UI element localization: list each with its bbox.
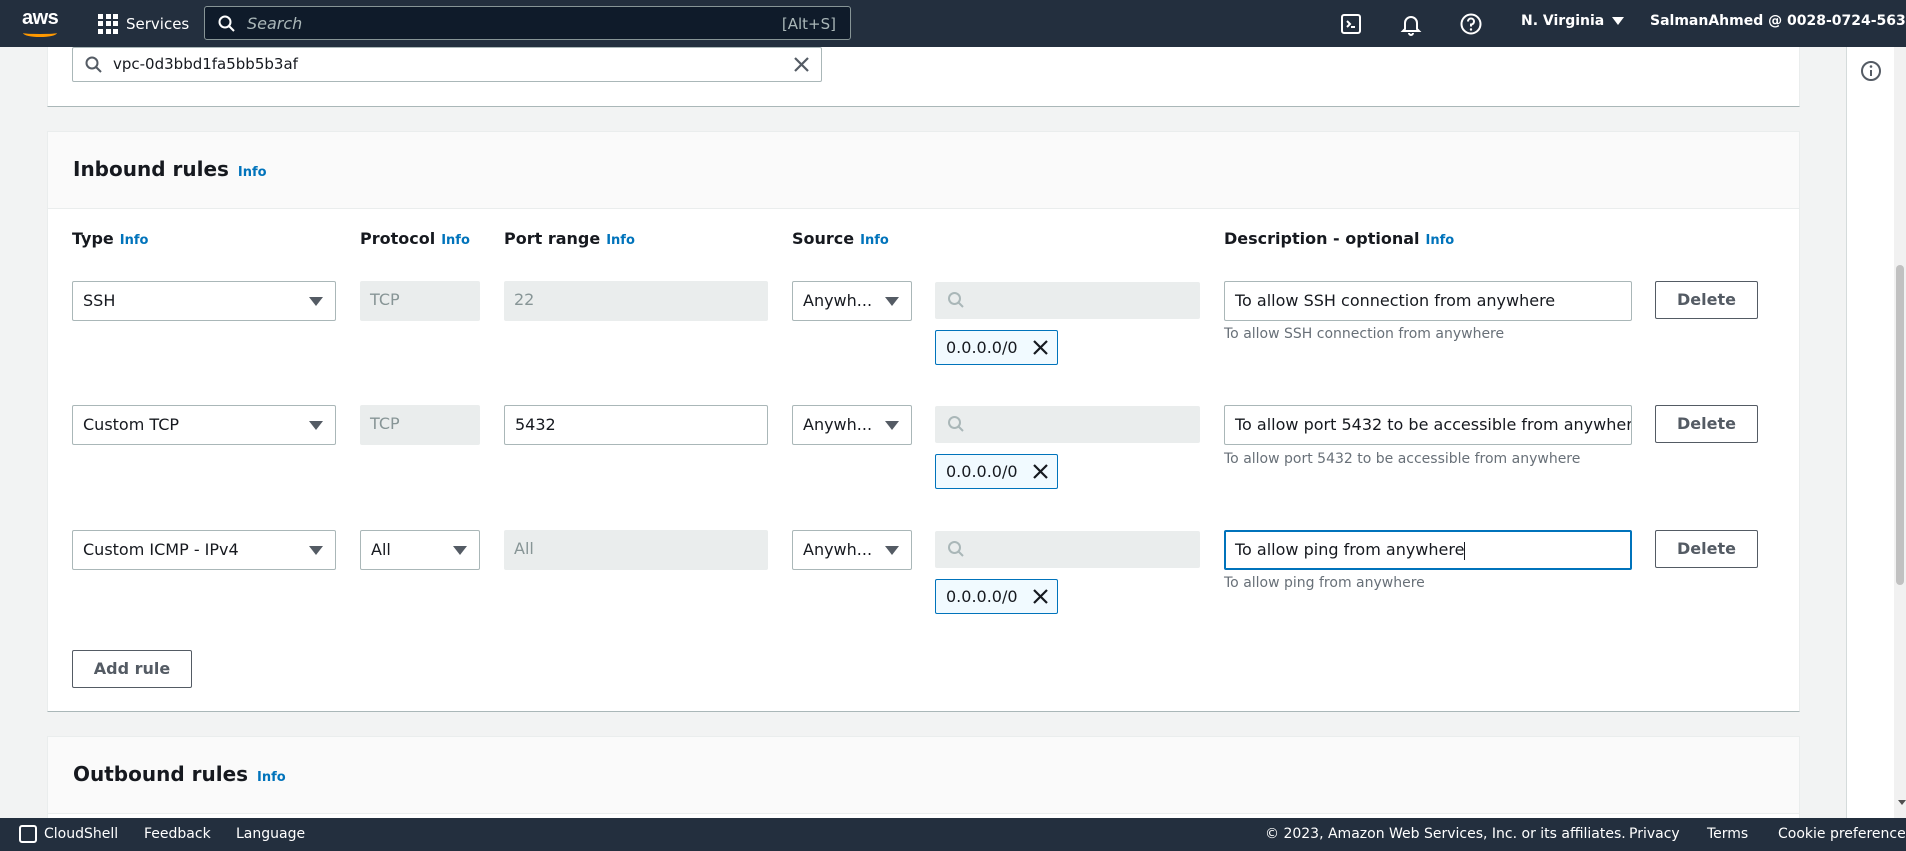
outbound-info-link[interactable]: Info <box>257 770 286 785</box>
port-range-info-link[interactable]: Info <box>606 233 635 248</box>
column-header-type: Type Info <box>72 229 149 248</box>
caret-down-icon <box>1612 17 1625 25</box>
aws-smile-mark <box>23 29 57 37</box>
column-header-port-range: Port range Info <box>504 229 635 248</box>
rule-description-hint: To allow SSH connection from anywhere <box>1224 326 1505 342</box>
remove-token-icon[interactable] <box>1032 588 1049 605</box>
rule-description-hint: To allow ping from anywhere <box>1224 575 1425 591</box>
rule-description-input[interactable]: To allow port 5432 to be accessible from… <box>1224 405 1632 445</box>
aws-logo[interactable]: aws <box>20 5 60 39</box>
search-icon <box>948 416 964 432</box>
search-icon <box>85 56 102 73</box>
search-icon <box>948 292 964 308</box>
footer-copyright: © 2023, Amazon Web Services, Inc. or its… <box>1265 826 1626 842</box>
vpc-value: vpc-0d3bbd1fa5bb5b3af <box>113 55 298 73</box>
rule-description-hint: To allow port 5432 to be accessible from… <box>1224 451 1581 467</box>
source-cidr-token: 0.0.0.0/0 <box>935 579 1058 614</box>
rule-type-select[interactable]: SSH <box>72 281 336 321</box>
dropdown-arrow-icon <box>885 421 899 430</box>
top-navigation: aws Services Search [Alt+S] N. Virginia … <box>0 0 1906 47</box>
search-shortcut: [Alt+S] <box>781 15 836 33</box>
column-header-source: Source Info <box>792 229 889 248</box>
dropdown-arrow-icon <box>309 297 323 306</box>
dropdown-arrow-icon <box>885 297 899 306</box>
delete-rule-button[interactable]: Delete <box>1655 530 1758 568</box>
footer-cookie-preferences-link[interactable]: Cookie preferences <box>1778 826 1906 842</box>
source-cidr-search[interactable] <box>935 531 1200 568</box>
delete-rule-button[interactable]: Delete <box>1655 281 1758 319</box>
info-circle-icon[interactable] <box>1860 60 1882 82</box>
global-search-input[interactable]: Search [Alt+S] <box>204 6 851 40</box>
source-cidr-token: 0.0.0.0/0 <box>935 454 1058 489</box>
services-label: Services <box>126 14 190 33</box>
account-menu[interactable]: SalmanAhmed @ 0028-0724-5632 <box>1650 13 1906 29</box>
text-cursor <box>1464 541 1466 560</box>
region-selector[interactable]: N. Virginia <box>1521 13 1625 29</box>
add-rule-button[interactable]: Add rule <box>72 650 192 688</box>
search-icon <box>218 15 235 32</box>
rule-protocol-select[interactable]: All <box>360 530 480 570</box>
delete-rule-button[interactable]: Delete <box>1655 405 1758 443</box>
scrollbar-thumb[interactable] <box>1896 265 1904 585</box>
dropdown-arrow-icon <box>453 546 467 555</box>
footer-bar: CloudShell Feedback Language © 2023, Ama… <box>0 818 1906 851</box>
page-scrollbar[interactable] <box>1894 47 1906 818</box>
rule-source-select[interactable]: Anywh... <box>792 530 912 570</box>
rule-type-select[interactable]: Custom ICMP - IPv4 <box>72 530 336 570</box>
services-button[interactable]: Services <box>98 0 189 47</box>
source-cidr-search[interactable] <box>935 406 1200 443</box>
footer-language-link[interactable]: Language <box>236 826 305 842</box>
help-icon[interactable] <box>1459 12 1483 36</box>
footer-privacy-link[interactable]: Privacy <box>1629 826 1680 842</box>
source-cidr-token: 0.0.0.0/0 <box>935 330 1058 365</box>
inbound-info-link[interactable]: Info <box>238 165 267 180</box>
footer-terms-link[interactable]: Terms <box>1707 826 1748 842</box>
remove-token-icon[interactable] <box>1032 463 1049 480</box>
search-placeholder: Search <box>247 14 303 33</box>
grid-icon <box>98 13 118 34</box>
inbound-rules-title: Inbound rules Info <box>73 157 267 181</box>
inbound-rules-header: Inbound rules Info <box>48 132 1799 209</box>
rule-protocol-field: TCP <box>360 281 480 321</box>
search-icon <box>948 541 964 557</box>
dropdown-arrow-icon <box>309 546 323 555</box>
outbound-rules-header: Outbound rules Info <box>48 737 1799 814</box>
outbound-rules-panel: Outbound rules Info <box>47 736 1800 818</box>
cloudshell-icon[interactable] <box>19 825 37 843</box>
vpc-input[interactable]: vpc-0d3bbd1fa5bb5b3af <box>72 47 822 82</box>
notifications-bell-icon[interactable] <box>1399 12 1423 36</box>
footer-feedback-link[interactable]: Feedback <box>144 826 211 842</box>
rule-source-select[interactable]: Anywh... <box>792 405 912 445</box>
remove-token-icon[interactable] <box>1032 339 1049 356</box>
footer-cloudshell-link[interactable]: CloudShell <box>44 826 118 842</box>
type-info-link[interactable]: Info <box>120 233 149 248</box>
dropdown-arrow-icon <box>309 421 323 430</box>
rule-description-input-focused[interactable]: To allow ping from anywhere <box>1224 530 1632 570</box>
rule-type-select[interactable]: Custom TCP <box>72 405 336 445</box>
rule-port-range-field: All <box>504 530 768 570</box>
rule-port-range-field: 22 <box>504 281 768 321</box>
protocol-info-link[interactable]: Info <box>441 233 470 248</box>
clear-icon[interactable] <box>792 55 811 74</box>
rule-protocol-field: TCP <box>360 405 480 445</box>
dropdown-arrow-icon <box>885 546 899 555</box>
cloudshell-icon[interactable] <box>1339 12 1363 36</box>
source-info-link[interactable]: Info <box>860 233 889 248</box>
column-header-protocol: Protocol Info <box>360 229 470 248</box>
outbound-rules-title: Outbound rules Info <box>73 762 286 786</box>
rule-port-range-input[interactable]: 5432 <box>504 405 768 445</box>
rule-source-select[interactable]: Anywh... <box>792 281 912 321</box>
description-info-link[interactable]: Info <box>1426 233 1455 248</box>
column-header-description: Description - optional Info <box>1224 229 1455 248</box>
rule-description-input[interactable]: To allow SSH connection from anywhere <box>1224 281 1632 321</box>
source-cidr-search[interactable] <box>935 282 1200 319</box>
scroll-down-arrow-icon[interactable] <box>1898 800 1906 805</box>
